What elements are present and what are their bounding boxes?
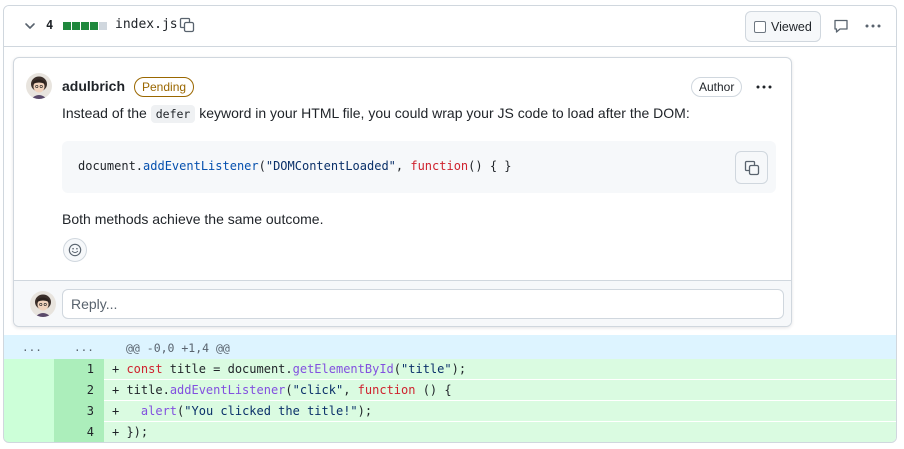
author-badge: Author bbox=[691, 77, 743, 97]
code-token: document. bbox=[78, 159, 144, 173]
code-token: }); bbox=[126, 425, 149, 439]
line-number[interactable]: 1 bbox=[54, 359, 94, 379]
code-line: + alert("You clicked the title!"); bbox=[112, 401, 372, 421]
code-token: const bbox=[126, 362, 163, 376]
line-number[interactable]: 2 bbox=[54, 380, 94, 400]
code-token: ( bbox=[285, 383, 293, 397]
viewed-label: Viewed bbox=[771, 19, 812, 34]
line-number[interactable]: 3 bbox=[54, 401, 94, 421]
comment-text: Instead of the bbox=[62, 105, 151, 121]
added-line-bg bbox=[104, 422, 896, 442]
line-number[interactable]: 4 bbox=[54, 422, 94, 442]
comment-icon[interactable] bbox=[833, 18, 849, 34]
diff-row: 4 + }); bbox=[4, 422, 896, 442]
expand-down-button[interactable]: ... bbox=[74, 341, 94, 354]
diff-prefix: + bbox=[112, 362, 127, 376]
diff-row: 1 + const title = document.getElementById… bbox=[4, 359, 896, 379]
inline-code: defer bbox=[150, 105, 196, 123]
code-token: () { } bbox=[468, 159, 512, 173]
code-line: + title.addEventListener("click", functi… bbox=[112, 380, 452, 400]
code-token: "DOMContentLoaded" bbox=[265, 159, 396, 173]
hunk-header-row: ... ... @@ -0,0 +1,4 @@ bbox=[4, 335, 896, 359]
code-token: () { bbox=[415, 383, 452, 397]
comment-author[interactable]: adulbrich bbox=[62, 78, 125, 94]
reply-input[interactable]: Reply... bbox=[62, 289, 784, 319]
comment-text: keyword in your HTML file, you could wra… bbox=[195, 105, 690, 121]
review-comment-thread: adulbrich Pending Author Instead of the … bbox=[13, 57, 792, 327]
code-token: "click" bbox=[292, 383, 344, 397]
diffstat-add bbox=[90, 22, 98, 30]
code-token: title = document. bbox=[162, 362, 293, 376]
code-token: ); bbox=[357, 404, 373, 418]
add-reaction-button[interactable] bbox=[63, 238, 87, 262]
code-token: "title" bbox=[401, 362, 452, 376]
code-token: , bbox=[343, 383, 358, 397]
diff-prefix: + bbox=[112, 425, 127, 439]
code-token: addEventListener bbox=[169, 383, 286, 397]
diffstat-add bbox=[72, 22, 80, 30]
diffstat-bars bbox=[63, 22, 107, 30]
diffstat-add bbox=[81, 22, 89, 30]
diff-row: 3 + alert("You clicked the title!"); bbox=[4, 401, 896, 421]
copy-icon[interactable] bbox=[179, 17, 195, 33]
comment-closing-text: Both methods achieve the same outcome. bbox=[62, 211, 324, 227]
code-line: document.addEventListener("DOMContentLoa… bbox=[78, 159, 512, 173]
hunk-header: @@ -0,0 +1,4 @@ bbox=[126, 341, 230, 355]
smiley-icon bbox=[68, 243, 82, 257]
copy-icon bbox=[744, 160, 759, 175]
avatar bbox=[30, 291, 56, 317]
chevron-down-icon[interactable] bbox=[22, 18, 38, 34]
code-token: ( bbox=[393, 362, 402, 376]
code-token: , bbox=[395, 159, 411, 173]
diffstat-add bbox=[63, 22, 71, 30]
viewed-checkbox-button[interactable]: Viewed bbox=[745, 11, 821, 42]
code-token: addEventListener bbox=[143, 159, 259, 173]
code-token: function bbox=[410, 159, 469, 173]
file-name[interactable]: index.js bbox=[115, 17, 178, 32]
code-token: ( bbox=[258, 159, 266, 173]
code-block: document.addEventListener("DOMContentLoa… bbox=[62, 141, 776, 193]
kebab-horizontal-icon[interactable] bbox=[864, 18, 882, 34]
expand-up-button[interactable]: ... bbox=[22, 341, 42, 354]
kebab-horizontal-icon[interactable] bbox=[755, 79, 773, 95]
code-token: ); bbox=[451, 362, 467, 376]
code-token: "You clicked the title!" bbox=[184, 404, 358, 418]
copy-code-button[interactable] bbox=[735, 151, 768, 184]
diff-prefix: + bbox=[112, 404, 127, 418]
reply-area: Reply... bbox=[14, 280, 791, 326]
changes-count: 4 bbox=[46, 18, 54, 32]
comment-paragraph: Instead of the defer keyword in your HTM… bbox=[62, 105, 690, 123]
code-line: + }); bbox=[112, 422, 148, 442]
code-token: title. bbox=[126, 383, 170, 397]
diff-file: 4 index.js Viewed adulbrich Pending Auth… bbox=[3, 5, 897, 443]
code-line: + const title = document.getElementById(… bbox=[112, 359, 466, 379]
code-token: function bbox=[357, 383, 416, 397]
checkbox-icon[interactable] bbox=[754, 20, 766, 33]
pending-badge: Pending bbox=[134, 77, 195, 97]
file-header: 4 index.js Viewed bbox=[4, 6, 896, 47]
code-token: alert bbox=[140, 404, 178, 418]
diffstat-neutral bbox=[99, 22, 107, 30]
diff-prefix: + bbox=[112, 383, 127, 397]
code-token: getElementById bbox=[292, 362, 394, 376]
diff-row: 2 + title.addEventListener("click", funct… bbox=[4, 380, 896, 400]
avatar[interactable] bbox=[26, 73, 52, 99]
